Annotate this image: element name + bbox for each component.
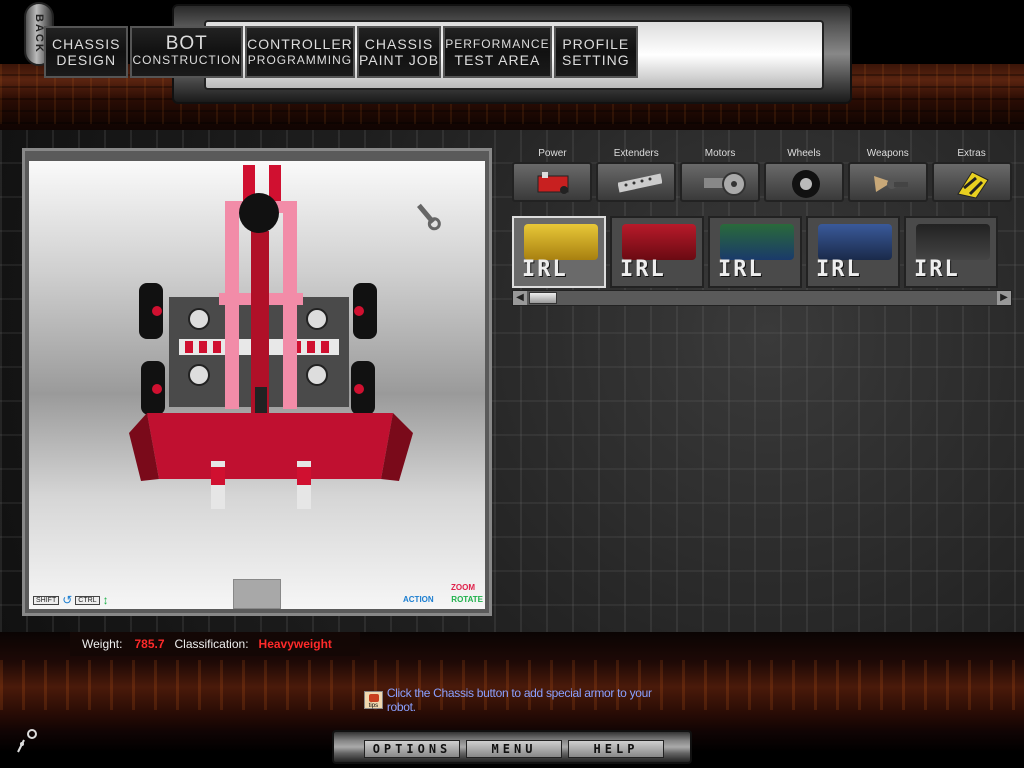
part-item[interactable]: IRL xyxy=(708,216,802,288)
category-label: Extras xyxy=(957,148,986,159)
top-menu: CHASSIS DESIGN BOT CONSTRUCTION CONTROLL… xyxy=(44,26,639,78)
tab-chassis-paint-job[interactable]: CHASSIS PAINT JOB xyxy=(356,26,442,78)
wrench-cursor-icon xyxy=(417,203,441,231)
extras-hazard-icon[interactable] xyxy=(931,162,1012,202)
robot-model[interactable] xyxy=(29,161,485,609)
scroll-right-icon[interactable]: ▶ xyxy=(997,291,1011,305)
front-wedge xyxy=(147,413,393,479)
robot-viewport-frame: SHIFT ↺ CTRL ↕ ZOOM ACTION ROTATE xyxy=(22,148,492,616)
part-item[interactable]: IRL xyxy=(904,216,998,288)
battery-part-image xyxy=(622,224,696,260)
weapon-blade-icon[interactable] xyxy=(847,162,928,202)
motor-icon[interactable] xyxy=(680,162,761,202)
category-motors[interactable]: Motors xyxy=(680,146,761,206)
category-weapons[interactable]: Weapons xyxy=(847,146,928,206)
game-logo-icon xyxy=(17,729,37,753)
tab-label-line1: PERFORMANCE xyxy=(445,37,550,51)
wheel-icon[interactable] xyxy=(763,162,844,202)
part-item[interactable]: IRL xyxy=(806,216,900,288)
weight-value: 785.7 xyxy=(134,637,165,651)
shift-key-label: SHIFT xyxy=(33,595,60,605)
tab-chassis-design[interactable]: CHASSIS DESIGN xyxy=(44,26,129,78)
tab-label-line2: SETTING xyxy=(561,52,630,68)
category-extras[interactable]: Extras xyxy=(931,146,1012,206)
tab-label-line2: TEST AREA xyxy=(454,52,541,68)
tip-text: Click the Chassis button to add special … xyxy=(386,686,652,714)
options-button[interactable]: OPTIONS xyxy=(364,740,460,758)
category-label: Extenders xyxy=(613,148,659,159)
tab-label-line1: CONTROLLER xyxy=(247,36,353,52)
part-brand-label: IRL xyxy=(620,257,666,282)
extender-bar-icon[interactable] xyxy=(596,162,677,202)
camera-control-hint: SHIFT ↺ CTRL ↕ xyxy=(33,593,109,607)
tab-label-line1: PROFILE xyxy=(562,36,630,52)
rotate-label: ROTATE xyxy=(451,595,483,604)
battery-part-image xyxy=(818,224,892,260)
part-categories: Power Extenders Motors Wheels Weapons Ex… xyxy=(512,146,1012,206)
tab-bot-construction[interactable]: BOT CONSTRUCTION xyxy=(130,26,244,78)
bottom-nav: OPTIONS MENU HELP xyxy=(332,730,692,764)
ctrl-key-label: CTRL xyxy=(75,595,100,605)
tip-bar: tips Click the Chassis button to add spe… xyxy=(364,686,664,714)
tab-label-line2: PROGRAMMING xyxy=(247,53,353,67)
battery-part-image xyxy=(720,224,794,260)
tab-label-line2: DESIGN xyxy=(56,52,117,68)
tips-icon-label: tips xyxy=(368,703,379,709)
battery-part-image xyxy=(524,224,598,260)
part-brand-label: IRL xyxy=(816,257,862,282)
scrollbar-thumb[interactable] xyxy=(529,292,557,304)
battery-part-image xyxy=(916,224,990,260)
help-button[interactable]: HELP xyxy=(568,740,664,758)
weight-label: Weight: xyxy=(82,637,123,651)
part-list: IRL IRL IRL IRL IRL xyxy=(512,216,1016,290)
tab-profile-setting[interactable]: PROFILE SETTING xyxy=(553,26,639,78)
zoom-rotate-control[interactable]: ZOOM ACTION ROTATE xyxy=(403,583,483,607)
category-label: Motors xyxy=(704,148,736,159)
zoom-label: ZOOM xyxy=(451,583,475,592)
tab-label-line1: CHASSIS xyxy=(51,36,121,52)
tips-icon: tips xyxy=(364,691,383,709)
category-label: Power xyxy=(538,148,567,159)
category-label: Weapons xyxy=(866,148,909,159)
part-brand-label: IRL xyxy=(718,257,764,282)
category-wheels[interactable]: Wheels xyxy=(763,146,844,206)
part-thumbnail xyxy=(233,579,281,609)
menu-button[interactable]: MENU xyxy=(466,740,562,758)
tab-label-line1: CHASSIS xyxy=(364,36,434,52)
tab-label-line1: BOT xyxy=(165,33,208,54)
category-power[interactable]: Power xyxy=(512,146,593,206)
part-list-scrollbar[interactable]: ◀ ▶ xyxy=(512,290,1012,306)
part-brand-label: IRL xyxy=(522,257,568,282)
tab-label-line2: PAINT JOB xyxy=(358,52,440,68)
part-item[interactable]: IRL xyxy=(512,216,606,288)
hammer-head xyxy=(239,193,279,233)
part-brand-label: IRL xyxy=(914,257,960,282)
category-extenders[interactable]: Extenders xyxy=(596,146,677,206)
tab-controller-programming[interactable]: CONTROLLER PROGRAMMING xyxy=(245,26,355,78)
rotate-arrow-icon: ↺ xyxy=(62,593,73,607)
scroll-left-icon[interactable]: ◀ xyxy=(513,291,527,305)
tab-performance-test-area[interactable]: PERFORMANCE TEST AREA xyxy=(443,26,552,78)
vertical-arrow-icon: ↕ xyxy=(102,593,109,607)
battery-icon[interactable] xyxy=(512,162,593,202)
classification-label: Classification: xyxy=(174,637,249,651)
tab-label-line2: CONSTRUCTION xyxy=(132,53,242,67)
classification-value: Heavyweight xyxy=(258,637,332,651)
weight-status-bar: Weight: 785.7 Classification: Heavyweigh… xyxy=(70,632,360,656)
category-label: Wheels xyxy=(787,148,821,159)
part-item[interactable]: IRL xyxy=(610,216,704,288)
robot-3d-viewport[interactable]: SHIFT ↺ CTRL ↕ ZOOM ACTION ROTATE xyxy=(29,161,485,609)
action-label: ACTION xyxy=(403,595,434,604)
